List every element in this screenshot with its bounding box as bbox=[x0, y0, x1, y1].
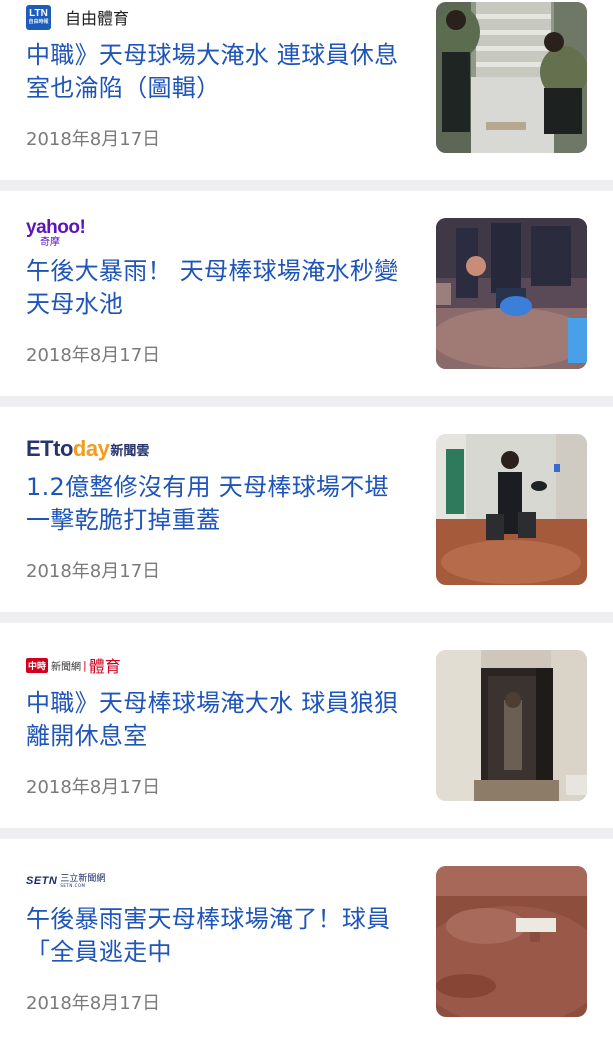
stairs-flood-photo-icon bbox=[436, 2, 587, 153]
article-date: 2018年8月17日 bbox=[26, 777, 161, 798]
ettoday-sub-label: 新聞雲 bbox=[110, 444, 150, 459]
source-logo-setn: SETN 三立新聞網 SETN.COM bbox=[26, 869, 105, 893]
article-thumbnail[interactable] bbox=[436, 434, 587, 585]
article-thumbnail[interactable] bbox=[436, 650, 587, 801]
article-title[interactable]: 中職》天母棒球場淹大水 球員狼狽離開休息室 bbox=[26, 687, 411, 753]
news-card[interactable]: ETtoday 新聞雲 1.2億整修沒有用 天母棒球場不堪一擊乾脆打掉重蓋 20… bbox=[0, 407, 613, 612]
chinatimes-separator: | bbox=[83, 658, 87, 672]
news-card[interactable]: SETN 三立新聞網 SETN.COM 午後暴雨害天母棒球場淹了！球員「全員逃走… bbox=[0, 839, 613, 1044]
source-logo-chinatimes: 中時 新聞網 | 體育 bbox=[26, 653, 121, 677]
article-title[interactable]: 1.2億整修沒有用 天母棒球場不堪一擊乾脆打掉重蓋 bbox=[26, 471, 411, 537]
chinatimes-section-label: 體育 bbox=[88, 657, 121, 676]
article-title[interactable]: 午後暴雨害天母棒球場淹了！球員「全員逃走中 bbox=[26, 903, 411, 969]
ltn-badge-icon: LTN 自由時報 bbox=[26, 4, 51, 30]
article-date: 2018年8月17日 bbox=[26, 345, 161, 366]
ettoday-wordmark-part-a: ETto bbox=[26, 436, 73, 461]
yahoo-wordmark: yahoo! bbox=[26, 217, 86, 238]
player-carrying-bags-photo-icon bbox=[436, 434, 587, 585]
doorway-flood-photo-icon bbox=[436, 650, 587, 801]
news-card[interactable]: 中時 新聞網 | 體育 中職》天母棒球場淹大水 球員狼狽離開休息室 2018年8… bbox=[0, 623, 613, 828]
setn-domain-label: SETN.COM bbox=[60, 882, 86, 888]
source-logo-yahoo: yahoo! 奇摩 bbox=[26, 217, 86, 248]
yahoo-sub-label: 奇摩 bbox=[40, 237, 60, 248]
article-date: 2018年8月17日 bbox=[26, 561, 161, 582]
chinatimes-badge: 中時 bbox=[26, 657, 49, 673]
article-thumbnail[interactable] bbox=[436, 218, 587, 369]
article-thumbnail[interactable] bbox=[436, 866, 587, 1017]
article-title[interactable]: 午後大暴雨！ 天母棒球場淹水秒變天母水池 bbox=[26, 255, 411, 321]
news-card[interactable]: LTN 自由時報 自由體育 中職》天母球場大淹水 連球員休息室也淪陷（圖輯） 2… bbox=[0, 0, 613, 180]
flooded-field-photo-icon bbox=[436, 866, 587, 1017]
chinatimes-net-label: 新聞網 bbox=[51, 661, 82, 673]
article-date: 2018年8月17日 bbox=[26, 993, 161, 1014]
ltn-badge-subtext: 自由時報 bbox=[28, 19, 49, 25]
source-name: 自由體育 bbox=[65, 9, 130, 28]
ettoday-wordmark-part-b: day bbox=[72, 436, 110, 461]
ettoday-wordmark: ETtoday bbox=[26, 436, 110, 462]
source-logo-ettoday: ETtoday 新聞雲 bbox=[26, 436, 150, 462]
article-title[interactable]: 中職》天母球場大淹水 連球員休息室也淪陷（圖輯） bbox=[26, 39, 411, 105]
article-date: 2018年8月17日 bbox=[26, 129, 161, 150]
article-thumbnail[interactable] bbox=[436, 2, 587, 153]
ltn-badge-text: LTN bbox=[29, 8, 48, 19]
bailing-water-photo-icon bbox=[436, 218, 587, 369]
setn-wordmark: SETN bbox=[26, 875, 58, 887]
news-card[interactable]: yahoo! 奇摩 午後大暴雨！ 天母棒球場淹水秒變天母水池 2018年8月17… bbox=[0, 191, 613, 396]
source-logo-ltn: LTN 自由時報 自由體育 bbox=[26, 4, 130, 30]
